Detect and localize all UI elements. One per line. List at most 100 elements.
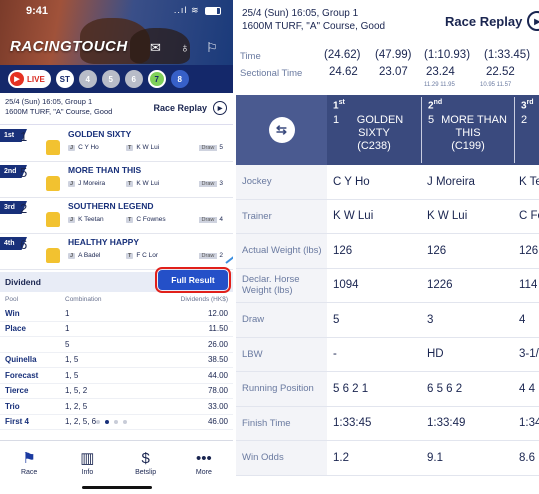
full-result-screen: 25/4 (Sun) 16:05, Group 1 1600M TURF, "A… <box>236 0 539 494</box>
draw-info: Draw 2 <box>198 252 223 259</box>
jockey-info: JC Y Ho <box>68 144 99 151</box>
race-icon: ⚑ <box>22 450 36 467</box>
jockey-info: JA Badel <box>68 252 101 259</box>
horse-name: GOLDEN SIXTY <box>68 129 132 139</box>
trainer-info: TK W Lui <box>126 180 160 187</box>
column-header-dividends: Dividends (HK$) <box>180 296 228 303</box>
tab-race[interactable]: ⚑ Race <box>0 441 58 494</box>
home-indicator <box>82 486 152 489</box>
page-dot <box>123 420 127 424</box>
horse-number: 1 <box>20 129 28 144</box>
detail-row-running-position: Running Position 5 6 2 1 6 5 6 2 4 4 <box>236 372 539 407</box>
info-icon: ▥ <box>80 450 95 467</box>
trainer-info: TF C Lor <box>126 252 159 259</box>
app-header-banner: 9:41 ..ıl ≋ RACINGTOUCH ✉ ♁ ⚐ <box>0 0 233 65</box>
battery-icon <box>205 6 221 15</box>
column-header-pool: Pool <box>5 296 19 303</box>
jockey-silk-icon <box>46 176 60 191</box>
tab-info-label: Info <box>81 469 94 476</box>
tab-betslip-label: Betslip <box>135 469 157 476</box>
detail-row-jockey: Jockey C Y Ho J Moreira K Te <box>236 165 539 200</box>
detail-row-lbw: LBW - HD 3-1/ <box>236 337 539 372</box>
time-value: (1:10.93) <box>424 49 471 61</box>
split-value: 10.95 11.57 <box>480 82 512 88</box>
time-value: (1:33.45) <box>484 49 531 61</box>
race-chip-st[interactable]: ST <box>55 70 74 88</box>
result-comparison-table: ⇆ 1st 1 GOLDEN SIXTY (C238) 2nd 5 MORE THAN… <box>236 95 539 476</box>
account-icon[interactable]: ♁ <box>180 40 190 55</box>
play-circle-icon: ▶ <box>213 101 227 115</box>
dividend-row: 5 26.00 <box>0 337 233 353</box>
time-label: Time <box>240 51 261 62</box>
race-chip-8[interactable]: 8 <box>170 70 189 88</box>
jockey-info: JK Teetan <box>68 216 104 223</box>
horse-column-1: 1st 1 GOLDEN SIXTY (C238) <box>333 99 404 153</box>
status-time: 9:41 <box>26 5 49 17</box>
sectional-value: 23.24 <box>426 66 455 78</box>
dividend-table: Pool Combination Dividends (HK$) Win 1 12.… <box>0 293 233 430</box>
horse-number: 5 <box>20 165 28 180</box>
dividend-row: Place 1 11.50 <box>0 322 233 337</box>
race-chip-5[interactable]: 5 <box>101 70 120 88</box>
wifi-icon: ≋ <box>190 5 200 15</box>
race-chip-4[interactable]: 4 <box>78 70 97 88</box>
race-replay-label: Race Replay <box>153 103 207 113</box>
betslip-icon: $ <box>141 450 150 467</box>
app-logo: RACINGTOUCH <box>10 38 128 55</box>
horse-column-3: 3rd 2 <box>521 99 534 127</box>
detail-row-win-odds: Win Odds 1.2 9.1 8.6 <box>236 441 539 476</box>
sectional-time-label: Sectional Time <box>240 68 303 79</box>
more-icon: ••• <box>195 450 212 467</box>
result-row[interactable]: 1st 1 GOLDEN SIXTY JC Y Ho TK W Lui Draw… <box>0 126 233 162</box>
dividend-column-headers: Pool Combination Dividends (HK$) <box>0 293 233 306</box>
detail-row-actual-weight: Actual Weight (lbs) 126 126 126 <box>236 234 539 269</box>
race-selector-bar: ▶ LIVE ST 4 5 6 7 8 <box>0 65 233 93</box>
race-chip-6[interactable]: 6 <box>124 70 143 88</box>
jockey-silk-icon <box>46 140 60 155</box>
detail-row-horse-weight: Declar. Horse Weight (lbs) 1094 1226 114 <box>236 268 539 303</box>
status-icons: ..ıl ≋ <box>174 5 221 16</box>
swap-button[interactable]: ⇆ <box>236 95 327 165</box>
page-dot-active <box>105 420 109 424</box>
result-row[interactable]: 4th 6 HEALTHY HAPPY JA Badel TF C Lor Dr… <box>0 234 233 270</box>
result-row[interactable]: 2nd 5 MORE THAN THIS JJ Moreira TK W Lui… <box>0 162 233 198</box>
page-dot <box>96 420 100 424</box>
play-circle-icon: ▶ <box>527 11 539 31</box>
split-value: 11.29 11.95 <box>424 82 455 88</box>
trainer-info: TC Fownes <box>126 216 166 223</box>
sectional-value: 23.07 <box>379 66 408 78</box>
horse-header-row: ⇆ 1st 1 GOLDEN SIXTY (C238) 2nd 5 MORE THAN… <box>236 95 539 165</box>
tab-more[interactable]: ••• More <box>175 441 233 494</box>
race-chip-7[interactable]: 7 <box>147 70 166 88</box>
horse-number: 6 <box>20 237 28 252</box>
dividend-row: Trio 1, 2, 5 33.00 <box>0 399 233 415</box>
result-row[interactable]: 3rd 2 SOUTHERN LEGEND JK Teetan TC Fowne… <box>0 198 233 234</box>
jockey-info: JJ Moreira <box>68 180 106 187</box>
jockey-silk-icon <box>46 212 60 227</box>
draw-info: Draw 4 <box>198 216 223 223</box>
swap-icon: ⇆ <box>268 117 295 143</box>
race-replay-button[interactable]: Race Replay ▶ <box>445 11 539 31</box>
page-dot <box>114 420 118 424</box>
live-button[interactable]: ▶ LIVE <box>8 70 51 88</box>
dividend-row: Quinella 1, 5 38.50 <box>0 353 233 368</box>
sectional-value: 24.62 <box>329 66 358 78</box>
full-result-button[interactable]: Full Result <box>155 267 231 293</box>
dividend-row: Tierce 1, 5, 2 78.00 <box>0 384 233 399</box>
time-value: (47.99) <box>375 49 412 61</box>
trainer-info: TK W Lui <box>126 144 160 151</box>
tab-race-label: Race <box>20 469 38 476</box>
detail-row-draw: Draw 5 3 4 <box>236 303 539 338</box>
mail-icon[interactable]: ✉ <box>150 40 161 56</box>
race-card-icon[interactable]: ⚐ <box>206 40 218 56</box>
dividend-row: Forecast 1, 5 44.00 <box>0 368 233 384</box>
detail-row-trainer: Trainer K W Lui K W Lui C Fo <box>236 199 539 234</box>
race-replay-button[interactable]: Race Replay ▶ <box>153 101 227 115</box>
mobile-app-screen: 9:41 ..ıl ≋ RACINGTOUCH ✉ ♁ ⚐ ▶ LIVE ST … <box>0 0 233 494</box>
horse-number: 2 <box>20 201 28 216</box>
tab-more-label: More <box>195 469 212 476</box>
column-header-combination: Combination <box>65 296 102 303</box>
page-indicator <box>96 420 127 424</box>
race-info-header: 25/4 (Sun) 16:05, Group 1 1600M TURF, "A… <box>0 93 233 125</box>
horse-name: MORE THAN THIS <box>68 165 142 175</box>
